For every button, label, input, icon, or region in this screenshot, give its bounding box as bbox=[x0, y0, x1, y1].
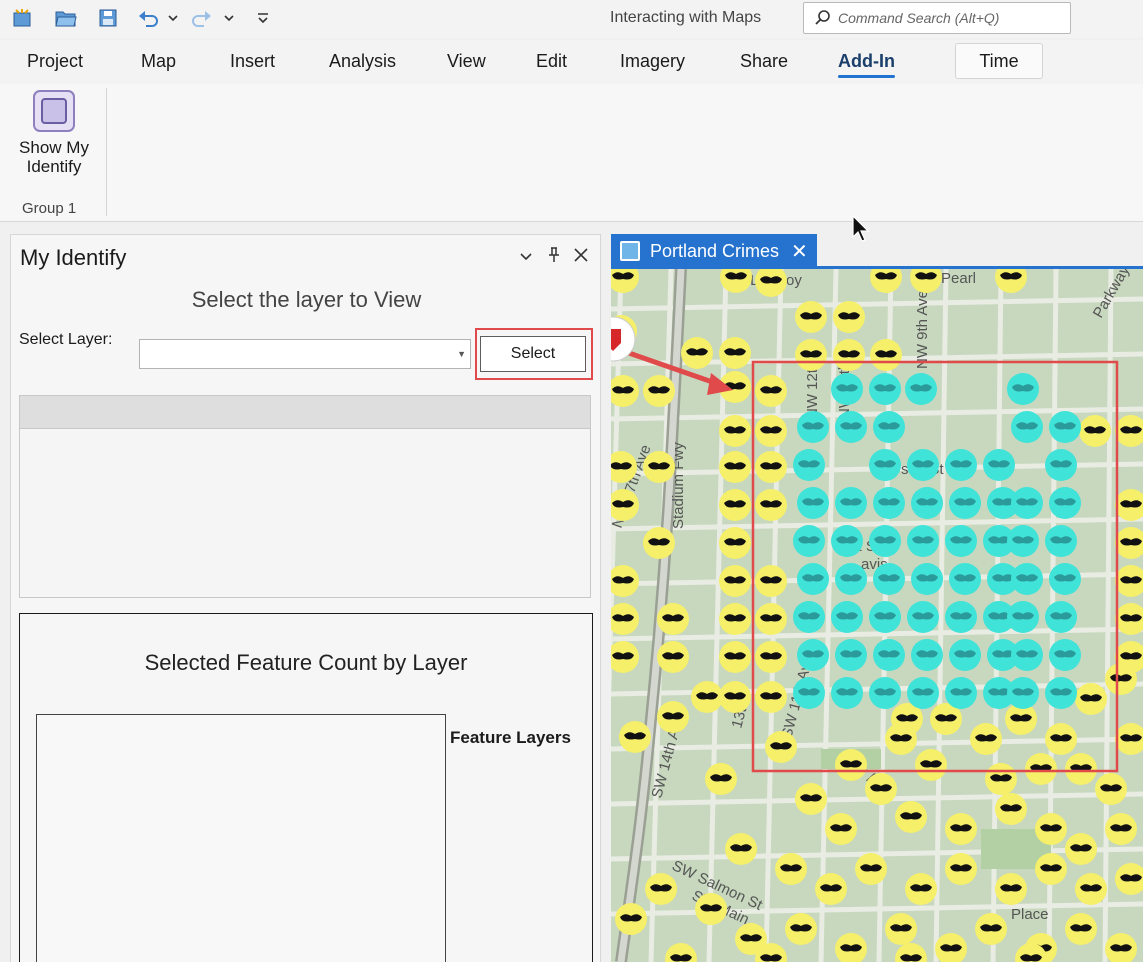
crime-point[interactable] bbox=[910, 269, 942, 293]
addin-button-icon bbox=[33, 90, 75, 132]
open-project-icon[interactable] bbox=[52, 6, 80, 30]
tab-project[interactable]: Project bbox=[27, 51, 83, 72]
tab-analysis[interactable]: Analysis bbox=[329, 51, 396, 72]
redo-icon[interactable] bbox=[190, 6, 214, 30]
search-icon bbox=[815, 10, 830, 25]
map-canvas[interactable]: NW Lovejoy Pearl NW 9th Ave NW 11th Stad… bbox=[611, 269, 1143, 962]
tab-portland-crimes[interactable]: Portland Crimes ✕ bbox=[611, 234, 817, 268]
undo-icon[interactable] bbox=[136, 6, 160, 30]
street-label: Place bbox=[1011, 906, 1049, 923]
dropdown-arrow-icon: ▼ bbox=[457, 349, 466, 359]
chart-plot-area bbox=[36, 714, 446, 962]
ribbon-group-divider bbox=[106, 88, 107, 216]
close-icon[interactable] bbox=[573, 247, 589, 268]
street-label: Pearl bbox=[941, 270, 976, 287]
street-label: Stadium Fwy bbox=[670, 442, 687, 529]
map-view-icon bbox=[620, 241, 640, 261]
new-project-icon[interactable] bbox=[10, 6, 36, 30]
feature-list[interactable] bbox=[19, 395, 591, 598]
document-title: Interacting with Maps bbox=[610, 9, 762, 26]
ribbon-group-label: Group 1 bbox=[22, 200, 77, 217]
chevron-down-icon[interactable] bbox=[222, 6, 236, 30]
tab-insert[interactable]: Insert bbox=[230, 51, 275, 72]
close-icon[interactable]: ✕ bbox=[791, 239, 808, 264]
save-project-icon[interactable] bbox=[94, 6, 122, 30]
feature-list-header bbox=[20, 396, 590, 429]
tab-add-in[interactable]: Add-In bbox=[838, 51, 895, 78]
pin-icon[interactable] bbox=[548, 247, 560, 268]
chart-title: Selected Feature Count by Layer bbox=[144, 650, 468, 675]
command-search-input[interactable] bbox=[838, 10, 1058, 26]
chart-legend-title: Feature Layers bbox=[450, 728, 571, 747]
tab-map[interactable]: Map bbox=[141, 51, 176, 72]
tab-edit[interactable]: Edit bbox=[536, 51, 567, 72]
pane-options-chevron-icon[interactable] bbox=[519, 247, 533, 268]
select-button[interactable]: Select bbox=[480, 336, 586, 372]
select-layer-label: Select Layer: bbox=[19, 331, 113, 348]
ribbon-panel: Show My Identify Group 1 bbox=[0, 84, 1143, 222]
tab-share[interactable]: Share bbox=[740, 51, 788, 72]
street-label: NW 9th Ave bbox=[914, 290, 931, 369]
tab-time[interactable]: Time bbox=[955, 43, 1043, 79]
crime-point[interactable] bbox=[611, 269, 639, 293]
pane-title: My Identify bbox=[20, 245, 127, 270]
mouse-cursor-icon bbox=[852, 215, 870, 242]
show-my-identify-label: Show My Identify bbox=[19, 138, 89, 176]
crime-point[interactable] bbox=[870, 269, 902, 293]
pane-heading: Select the layer to View bbox=[191, 287, 422, 312]
quick-access-toolbar: Interacting with Maps bbox=[0, 0, 1143, 38]
chevron-down-icon[interactable] bbox=[166, 6, 180, 30]
command-search-box[interactable] bbox=[803, 2, 1071, 34]
feature-count-chart: Selected Feature Count by Layer Feature … bbox=[19, 613, 593, 962]
show-my-identify-button[interactable]: Show My Identify bbox=[12, 90, 96, 176]
map-view[interactable]: NW Lovejoy Pearl NW 9th Ave NW 11th Stad… bbox=[611, 269, 1143, 962]
tab-view[interactable]: View bbox=[447, 51, 486, 72]
ribbon-tab-bar: Project Map Insert Analysis View Edit Im… bbox=[0, 40, 1143, 84]
tab-imagery[interactable]: Imagery bbox=[620, 51, 685, 72]
customize-toolbar-icon[interactable] bbox=[254, 6, 272, 30]
layer-combobox[interactable]: ▼ bbox=[139, 339, 471, 369]
map-tab-label: Portland Crimes bbox=[650, 240, 780, 261]
my-identify-pane: My Identify Select the layer to View Sel… bbox=[10, 234, 601, 962]
